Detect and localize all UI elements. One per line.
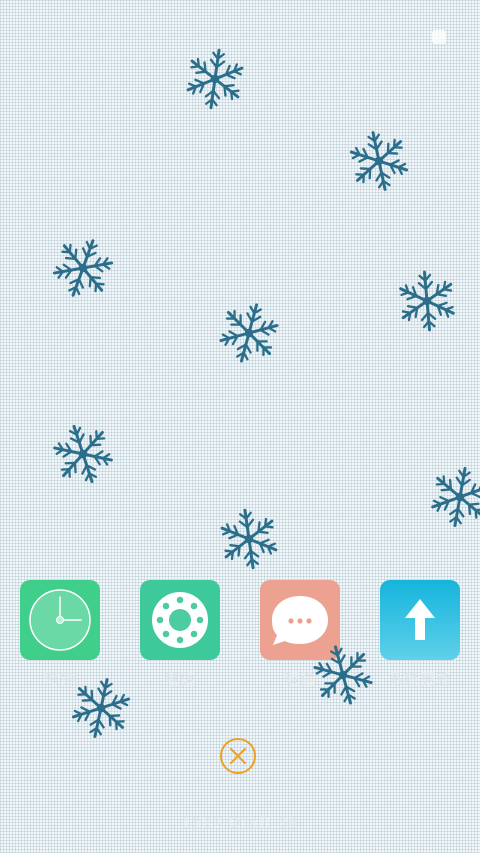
status-indicator-icon bbox=[432, 30, 446, 44]
close-button[interactable] bbox=[220, 738, 256, 774]
snowflake-icon bbox=[310, 642, 376, 708]
app-system-update[interactable]: 系统更新 bbox=[380, 580, 460, 689]
snowflake-icon bbox=[50, 421, 116, 487]
app-label-phone: 电话 bbox=[163, 670, 196, 688]
close-icon bbox=[230, 748, 246, 764]
snowflake-icon bbox=[346, 128, 412, 194]
snowflake-icon bbox=[427, 464, 480, 530]
snowflake-icon bbox=[50, 235, 116, 301]
footer-text: 1587 Draft 26 bbox=[181, 814, 299, 832]
clock-icon[interactable] bbox=[20, 580, 100, 660]
snowflake-icon bbox=[216, 300, 282, 366]
app-phone[interactable]: 电话 bbox=[140, 580, 220, 689]
app-clock[interactable]: 时钟 bbox=[20, 580, 100, 689]
snowflake-icon bbox=[216, 506, 282, 572]
snowflake-icon bbox=[394, 268, 460, 334]
up-arrow-icon[interactable] bbox=[380, 580, 460, 660]
app-label-system-update: 系统更新 bbox=[387, 670, 452, 688]
snowflake-icon bbox=[182, 46, 248, 112]
phone-dial-icon[interactable] bbox=[140, 580, 220, 660]
snowflake-icon bbox=[68, 675, 134, 741]
